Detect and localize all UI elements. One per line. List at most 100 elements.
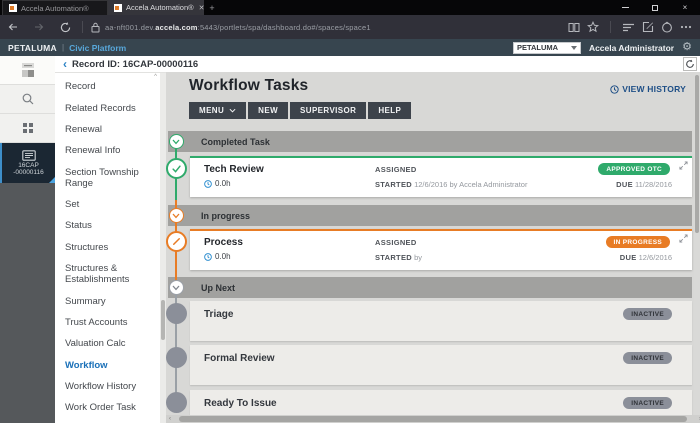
- nav-item-workflow-history[interactable]: Workflow History: [55, 376, 160, 397]
- toolbar-right-icons: [568, 21, 700, 33]
- collapse-in-progress-icon[interactable]: [169, 208, 184, 223]
- maximize-button[interactable]: [640, 0, 670, 15]
- task-in-progress-pencil-icon: [166, 231, 187, 252]
- nav-item-workflow-active[interactable]: Workflow: [55, 355, 160, 376]
- nav-scroll-up-icon[interactable]: ^: [154, 74, 157, 80]
- refresh-record-button[interactable]: [683, 57, 697, 71]
- task-card-triage[interactable]: Triage INACTIVE: [190, 301, 692, 341]
- started-row: STARTED 12/6/2016 by Accela Administrato…: [375, 180, 527, 189]
- nav-item-work-order-task[interactable]: Work Order Task: [55, 397, 160, 418]
- chevron-down-icon: [229, 108, 236, 113]
- nav-item-set[interactable]: Set: [55, 194, 160, 215]
- supervisor-button[interactable]: SUPERVISOR: [290, 102, 366, 119]
- hours-value: 0.0h: [215, 179, 231, 188]
- nav-item-related-records[interactable]: Related Records: [55, 97, 160, 118]
- back-button[interactable]: [0, 21, 26, 33]
- browser-tab-active[interactable]: Accela Automation® ✕: [108, 0, 204, 15]
- gear-icon[interactable]: ⚙: [682, 42, 692, 53]
- product-name-link[interactable]: Civic Platform: [69, 43, 126, 53]
- task-card-process[interactable]: Process 0.0h ASSIGNED STARTED by IN PROG…: [190, 229, 692, 270]
- view-history-link[interactable]: VIEW HISTORY: [610, 84, 686, 94]
- workflow-toolbar: MENU NEW SUPERVISOR HELP: [189, 102, 411, 119]
- collapse-completed-icon[interactable]: [169, 134, 184, 149]
- task-card-tech-review[interactable]: Tech Review 0.0h ASSIGNED STARTED 12/6/2…: [190, 156, 692, 197]
- expand-task-button[interactable]: [679, 161, 688, 170]
- status-badge: IN PROGRESS: [606, 236, 670, 248]
- refresh-icon: [59, 21, 72, 34]
- help-button[interactable]: HELP: [368, 102, 411, 119]
- expand-arrows-icon: [679, 234, 688, 243]
- nav-item-section-township-range[interactable]: Section Township Range: [55, 162, 160, 194]
- task-complete-check-icon: [166, 158, 187, 179]
- close-window-button[interactable]: ×: [670, 0, 700, 15]
- favorites-star-icon[interactable]: [587, 21, 599, 33]
- nav-item-renewal-info[interactable]: Renewal Info: [55, 140, 160, 161]
- task-name: Tech Review: [204, 164, 264, 175]
- section-header-up-next[interactable]: Up Next: [168, 277, 692, 298]
- refresh-icon: [685, 59, 695, 69]
- assigned-label: ASSIGNED: [375, 238, 417, 247]
- record-nav-panel: ^ Record Related Records Renewal Renewal…: [55, 73, 160, 423]
- rail-apps-button[interactable]: [0, 114, 55, 143]
- reading-view-icon[interactable]: [568, 22, 580, 33]
- view-history-label: VIEW HISTORY: [622, 84, 686, 94]
- nav-item-summary[interactable]: Summary: [55, 290, 160, 311]
- share-icon[interactable]: [661, 21, 673, 33]
- maximize-icon: [652, 5, 658, 11]
- agency-name: PETALUMA: [8, 43, 57, 53]
- content-vertical-scrollbar[interactable]: [694, 72, 700, 415]
- app-header: PETALUMA | Civic Platform PETALUMA Accel…: [0, 39, 700, 56]
- refresh-button[interactable]: [52, 21, 78, 34]
- clock-icon: [204, 180, 212, 188]
- chevron-down-icon: [571, 46, 577, 50]
- window-controls: ×: [610, 0, 700, 15]
- hub-icon[interactable]: [622, 22, 635, 33]
- task-name: Formal Review: [204, 353, 275, 364]
- forward-button[interactable]: [26, 21, 52, 33]
- section-header-in-progress[interactable]: In progress: [168, 205, 692, 226]
- scroll-left-icon[interactable]: ‹: [169, 416, 171, 422]
- nav-item-valuation-calc[interactable]: Valuation Calc: [55, 333, 160, 354]
- collapse-up-next-icon[interactable]: [169, 280, 184, 295]
- expand-arrows-icon: [679, 161, 688, 170]
- web-note-icon[interactable]: [642, 21, 654, 33]
- record-nav-list: Record Related Records Renewal Renewal I…: [55, 73, 160, 419]
- nav-item-status[interactable]: Status: [55, 215, 160, 236]
- browser-toolbar: aa-nft001.dev.accela.com:5443/portlets/s…: [0, 15, 700, 39]
- nav-item-renewal[interactable]: Renewal: [55, 119, 160, 140]
- header-right: PETALUMA Accela Administrator ⚙: [513, 42, 700, 54]
- expand-task-button[interactable]: [679, 234, 688, 243]
- address-bar[interactable]: aa-nft001.dev.accela.com:5443/portlets/s…: [91, 22, 568, 33]
- user-name[interactable]: Accela Administrator: [589, 43, 674, 53]
- rail-record-tab-active[interactable]: 16CAP-00000116: [0, 143, 55, 183]
- record-tab-label: 16CAP-00000116: [13, 162, 44, 176]
- content-horizontal-scrollbar[interactable]: ‹ ›: [166, 415, 700, 423]
- nav-scrollbar-thumb[interactable]: [161, 300, 165, 340]
- task-hours: 0.0h: [204, 179, 231, 188]
- back-arrow-icon: [7, 21, 19, 33]
- horizontal-scrollbar-thumb[interactable]: [179, 416, 687, 422]
- vertical-scrollbar-thumb[interactable]: [695, 75, 699, 233]
- task-inactive-dot: [166, 303, 187, 324]
- new-button[interactable]: NEW: [248, 102, 288, 119]
- lock-icon: [91, 22, 100, 33]
- nav-item-record[interactable]: Record: [55, 76, 160, 97]
- agency-select[interactable]: PETALUMA: [513, 42, 581, 54]
- due-row: DUE 11/28/2016: [616, 180, 672, 189]
- task-card-formal-review[interactable]: Formal Review INACTIVE: [190, 345, 692, 385]
- section-header-completed[interactable]: Completed Task: [168, 131, 692, 152]
- menu-button[interactable]: MENU: [189, 102, 246, 119]
- rail-search-button[interactable]: [0, 85, 55, 114]
- more-options-icon[interactable]: [680, 25, 692, 29]
- nav-item-structures[interactable]: Structures: [55, 237, 160, 258]
- forward-arrow-icon: [33, 21, 45, 33]
- rail-launchpad-button[interactable]: [0, 56, 55, 85]
- minimize-button[interactable]: [610, 0, 640, 15]
- workflow-content: Workflow Tasks VIEW HISTORY MENU NEW SUP…: [166, 72, 700, 423]
- nav-item-structures-establishments[interactable]: Structures & Establishments: [55, 258, 160, 290]
- nav-item-trust-accounts[interactable]: Trust Accounts: [55, 312, 160, 333]
- browser-tab-inactive[interactable]: Accela Automation®: [2, 0, 108, 15]
- new-tab-button[interactable]: +: [204, 0, 220, 15]
- chevron-left-icon[interactable]: ‹: [63, 59, 67, 69]
- toolbar-divider: [610, 21, 611, 33]
